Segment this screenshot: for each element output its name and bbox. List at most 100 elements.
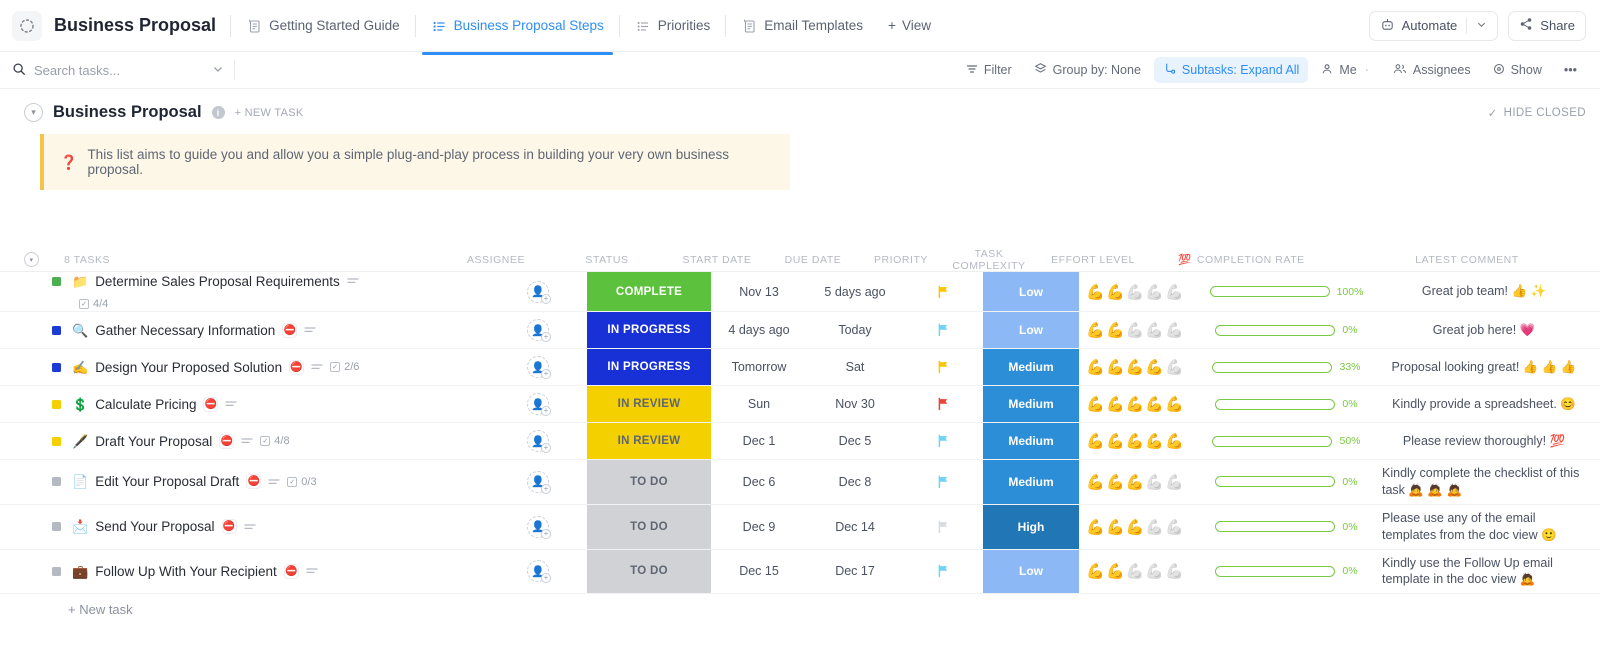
subtask-count[interactable]: ✓ 2/6	[330, 361, 359, 373]
subtasks-button[interactable]: Subtasks: Expand All	[1153, 57, 1309, 83]
effort-flex-icon[interactable]: 💪	[1106, 518, 1125, 536]
effort-flex-icon[interactable]: 💪	[1165, 358, 1184, 376]
tab-business-proposal-steps[interactable]: Business Proposal Steps	[421, 12, 613, 55]
effort-flex-icon[interactable]: 💪	[1086, 473, 1105, 491]
due-date-cell[interactable]: Dec 17	[807, 550, 903, 594]
row-expand-toggle[interactable]	[0, 460, 24, 504]
footer-new-task-button[interactable]: + New task	[0, 594, 1600, 617]
tab-email-templates[interactable]: Email Templates	[732, 12, 872, 40]
task-complexity-cell[interactable]: Medium	[983, 423, 1079, 459]
start-date-cell[interactable]: Tomorrow	[711, 349, 807, 385]
task-name-cell[interactable]: 🖋️ Draft Your Proposal ⛔ ✓ 4/8	[24, 423, 489, 459]
start-date-cell[interactable]: Nov 13	[711, 272, 807, 311]
status-cell[interactable]: TO DO	[587, 460, 711, 504]
effort-flex-icon[interactable]: 💪	[1106, 358, 1125, 376]
task-name-cell[interactable]: 💼 Follow Up With Your Recipient ⛔	[24, 550, 489, 594]
effort-flex-icon[interactable]: 💪	[1126, 358, 1145, 376]
completion-rate-cell[interactable]: 50%	[1191, 423, 1376, 459]
assignee-cell[interactable]: 👤 +	[489, 550, 587, 594]
description-icon[interactable]	[311, 358, 323, 376]
latest-comment-cell[interactable]: Proposal looking great! 👍 👍 👍	[1376, 349, 1600, 385]
priority-cell[interactable]	[903, 423, 983, 459]
effort-flex-icon[interactable]: 💪	[1165, 432, 1184, 450]
description-icon[interactable]	[225, 395, 238, 413]
completion-rate-cell[interactable]: 0%	[1191, 386, 1376, 422]
status-cell[interactable]: IN REVIEW	[587, 386, 711, 422]
latest-comment-cell[interactable]: Please use any of the email templates fr…	[1376, 505, 1600, 549]
effort-flex-icon[interactable]: 💪	[1106, 283, 1125, 301]
me-button[interactable]: Me ·	[1312, 58, 1380, 83]
task-priority-badge-icon[interactable]: ⛔	[203, 396, 219, 412]
task-priority-badge-icon[interactable]: ⛔	[289, 359, 305, 375]
status-square[interactable]	[52, 325, 61, 335]
column-task-complexity[interactable]: TASK COMPLEXITY	[941, 248, 1037, 272]
completion-rate-cell[interactable]: 0%	[1191, 505, 1376, 549]
hide-closed-button[interactable]: ✓ HIDE CLOSED	[1488, 106, 1586, 120]
priority-cell[interactable]	[903, 505, 983, 549]
task-complexity-cell[interactable]: Medium	[983, 460, 1079, 504]
task-name[interactable]: Design Your Proposed Solution	[95, 360, 282, 375]
effort-flex-icon[interactable]: 💪	[1145, 432, 1164, 450]
priority-cell[interactable]	[903, 460, 983, 504]
due-date-cell[interactable]: Today	[807, 312, 903, 348]
task-complexity-cell[interactable]: Medium	[983, 386, 1079, 422]
effort-flex-icon[interactable]: 💪	[1106, 321, 1125, 339]
effort-flex-icon[interactable]: 💪	[1145, 473, 1164, 491]
task-name-cell[interactable]: 📁 Determine Sales Proposal Requirements ✓ 4…	[24, 272, 489, 311]
priority-cell[interactable]	[903, 272, 983, 311]
status-cell[interactable]: IN PROGRESS	[587, 349, 711, 385]
effort-flex-icon[interactable]: 💪	[1165, 518, 1184, 536]
column-status[interactable]: STATUS	[545, 254, 669, 266]
status-cell[interactable]: TO DO	[587, 504, 711, 549]
completion-rate-cell[interactable]: 0%	[1191, 312, 1376, 348]
task-complexity-cell[interactable]: Low	[983, 312, 1079, 348]
assignee-cell[interactable]: 👤 +	[489, 460, 587, 504]
add-view-button[interactable]: + View	[878, 12, 941, 39]
start-date-cell[interactable]: Dec 9	[711, 505, 807, 549]
task-name[interactable]: Edit Your Proposal Draft	[95, 474, 239, 489]
add-assignee-icon[interactable]: 👤 +	[527, 319, 551, 342]
row-expand-toggle[interactable]	[0, 312, 24, 348]
show-button[interactable]: Show	[1484, 58, 1551, 83]
description-icon[interactable]	[241, 432, 253, 450]
dots-circle-icon[interactable]	[12, 10, 42, 41]
subtask-count[interactable]: ✓ 4/8	[260, 435, 290, 447]
effort-flex-icon[interactable]: 💪	[1165, 395, 1184, 413]
latest-comment-cell[interactable]: Kindly provide a spreadsheet. 😊	[1376, 386, 1600, 422]
tab-priorities[interactable]: Priorities	[626, 12, 720, 40]
task-complexity-cell[interactable]: Low	[983, 549, 1079, 594]
column-latest-comment[interactable]: LATEST COMMENT	[1334, 254, 1600, 266]
column-assignee[interactable]: ASSIGNEE	[447, 254, 545, 266]
effort-flex-icon[interactable]: 💪	[1165, 321, 1184, 339]
task-priority-badge-icon[interactable]: ⛔	[283, 563, 299, 579]
chevron-down-icon[interactable]	[212, 63, 224, 78]
task-name-cell[interactable]: 📩 Send Your Proposal ⛔	[24, 505, 489, 549]
status-cell[interactable]: COMPLETE	[587, 272, 711, 311]
status-square[interactable]	[52, 566, 61, 576]
description-icon[interactable]	[347, 272, 359, 290]
latest-comment-cell[interactable]: Kindly complete the checklist of this ta…	[1376, 460, 1600, 504]
task-name[interactable]: Gather Necessary Information	[95, 323, 275, 338]
row-expand-toggle[interactable]	[0, 349, 24, 385]
due-date-cell[interactable]: Nov 30	[807, 386, 903, 422]
effort-level-cell[interactable]: 💪 💪 💪 💪 💪	[1079, 550, 1191, 594]
effort-level-cell[interactable]: 💪 💪 💪 💪 💪	[1079, 349, 1191, 385]
subtask-count[interactable]: ✓ 4/4	[79, 298, 108, 310]
status-square[interactable]	[52, 477, 61, 487]
status-cell[interactable]: TO DO	[587, 549, 711, 594]
due-date-cell[interactable]: 5 days ago	[807, 272, 903, 311]
subtask-count[interactable]: ✓ 0/3	[287, 476, 317, 488]
task-priority-badge-icon[interactable]: ⛔	[219, 433, 235, 449]
task-name[interactable]: Determine Sales Proposal Requirements	[95, 274, 340, 289]
column-due-date[interactable]: DUE DATE	[765, 254, 861, 266]
description-icon[interactable]	[306, 562, 318, 580]
add-assignee-icon[interactable]: 👤 +	[527, 430, 551, 453]
table-row[interactable]: 💼 Follow Up With Your Recipient ⛔ 👤 + TO DO De…	[0, 549, 1600, 595]
due-date-cell[interactable]: Dec 5	[807, 423, 903, 459]
assignee-cell[interactable]: 👤 +	[489, 312, 587, 348]
status-square[interactable]	[52, 362, 61, 372]
task-priority-badge-icon[interactable]: ⛔	[246, 474, 262, 490]
chevron-down-icon[interactable]	[1476, 18, 1487, 33]
start-date-cell[interactable]: Dec 1	[711, 423, 807, 459]
effort-flex-icon[interactable]: 💪	[1086, 358, 1105, 376]
